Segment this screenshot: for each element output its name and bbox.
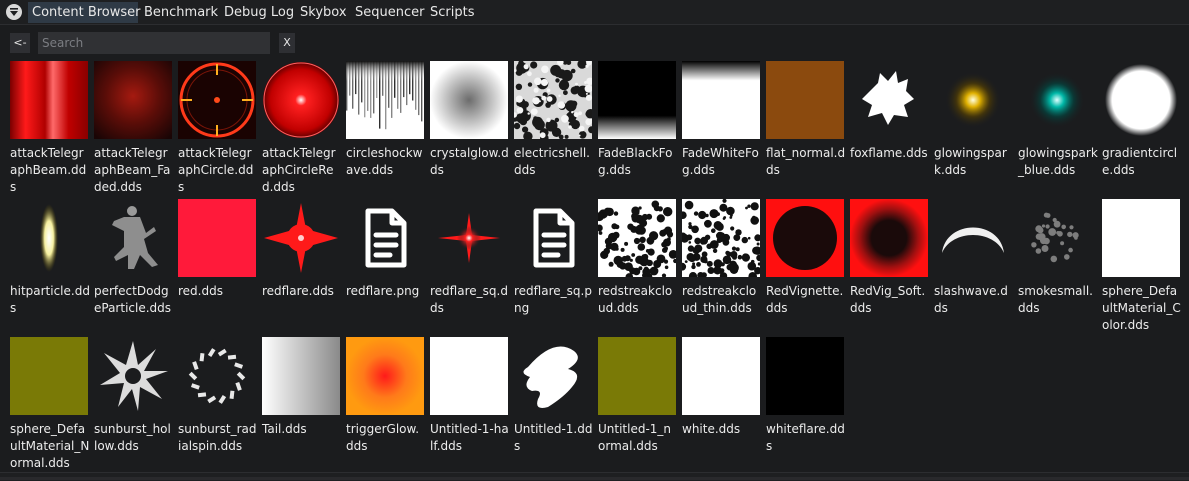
- file-name-label: glowingspark_blue.dds: [1018, 146, 1098, 177]
- black-square-icon: [766, 337, 844, 415]
- file-name-label: Untitled-1_normal.dds: [598, 422, 672, 453]
- file-name-label: slashwave.dds: [934, 284, 1008, 315]
- gray-smoke-icon: [1018, 199, 1096, 277]
- red-square-icon: [178, 199, 256, 277]
- file-name-label: attackTelegraphBeam.dds: [10, 146, 87, 194]
- white-square-icon: [430, 337, 508, 415]
- red-beam-faded-icon: [94, 61, 172, 139]
- file-name-label: sunburst_hollow.dds: [94, 422, 171, 453]
- red-vignette-soft-icon: [850, 199, 928, 277]
- radial-spin-icon: [178, 337, 256, 415]
- file-name-label: RedVig_Soft.dds: [850, 284, 926, 315]
- electric-noise-icon: [514, 61, 592, 139]
- file-name-label: sphere_DefaultMaterial_Color.dds: [1102, 284, 1181, 332]
- file-name-label: redflare.dds: [262, 284, 334, 298]
- file-name-label: hitparticle.dds: [10, 284, 90, 315]
- file-name-label: RedVignette.dds: [766, 284, 844, 315]
- white-crescent-icon: [934, 199, 1012, 277]
- file-name-label: white.dds: [682, 422, 741, 436]
- file-name-label: crystalglow.dds: [430, 146, 509, 177]
- file-name-label: Tail.dds: [262, 422, 307, 436]
- file-name-label: whiteflare.dds: [766, 422, 845, 453]
- file-name-label: redstreakcloud.dds: [598, 284, 673, 315]
- tab-debug-log[interactable]: Debug Log: [220, 2, 298, 23]
- menu-triangle-icon: [10, 8, 18, 16]
- file-name-label: redflare.png: [346, 284, 420, 298]
- yellow-ellipse-icon: [10, 199, 88, 277]
- file-name-label: attackTelegraphCircle.dds: [178, 146, 254, 194]
- white-gray-gradient-icon: [262, 337, 340, 415]
- red-flare-icon: [262, 199, 340, 277]
- dancer-figure-icon: [94, 199, 172, 277]
- red-vignette-icon: [766, 199, 844, 277]
- bw-cloud-thin-icon: [682, 199, 760, 277]
- tab-skybox[interactable]: Skybox: [296, 2, 351, 23]
- file-name-label: FadeBlackFog.dds: [598, 146, 673, 177]
- tab-benchmark[interactable]: Benchmark: [140, 2, 222, 23]
- tab-scripts[interactable]: Scripts: [426, 2, 478, 23]
- shockwave-spikes-icon: [346, 61, 424, 139]
- teal-spark-icon: [1018, 61, 1096, 139]
- file-name-label: red.dds: [178, 284, 223, 298]
- red-beam-icon: [10, 61, 88, 139]
- red-circle-outline-icon: [178, 61, 256, 139]
- back-button[interactable]: <-: [10, 33, 30, 53]
- orange-glow-icon: [346, 337, 424, 415]
- white-circle-icon: [1102, 61, 1180, 139]
- gray-radial-glow-icon: [430, 61, 508, 139]
- file-name-label: sunburst_radialspin.dds: [178, 422, 257, 453]
- tab-content-browser[interactable]: Content Browser: [28, 2, 141, 23]
- file-name-label: perfectDodgeParticle.dds: [94, 284, 172, 315]
- file-name-label: flat_normal.dds: [766, 146, 846, 177]
- white-flame-icon: [850, 61, 928, 139]
- red-flare-small-icon: [430, 199, 508, 277]
- white-brush-strokes-icon: [514, 337, 592, 415]
- file-name-label: sphere_DefaultMaterial_Normal.dds: [10, 422, 90, 470]
- file-name-label: redflare_sq.png: [514, 284, 592, 315]
- brown-square-icon: [766, 61, 844, 139]
- file-name-label: smokesmall.dds: [1018, 284, 1093, 315]
- file-name-label: circleshockwave.dds: [346, 146, 423, 177]
- file-name-label: attackTelegraphBeam_Faded.dds: [94, 146, 171, 194]
- file-name-label: triggerGlow.dds: [346, 422, 420, 453]
- file-name-label: foxflame.dds: [850, 146, 928, 160]
- yellow-spark-icon: [934, 61, 1012, 139]
- clear-search-button[interactable]: X: [279, 33, 295, 53]
- red-circle-glow-icon: [262, 61, 340, 139]
- search-input[interactable]: [38, 32, 270, 54]
- file-name-label: electricshell.dds: [514, 146, 590, 177]
- fade-black-icon: [598, 61, 676, 139]
- tab-bar: Content Browser Benchmark Debug Log Skyb…: [0, 0, 1189, 25]
- white-sunburst-icon: [94, 337, 172, 415]
- file-name-label: redstreakcloud_thin.dds: [682, 284, 757, 315]
- window-menu-button[interactable]: [6, 4, 22, 20]
- file-name-label: attackTelegraphCircleRed.dds: [262, 146, 336, 194]
- fade-white-icon: [682, 61, 760, 139]
- file-name-label: gradientcircle.dds: [1102, 146, 1178, 177]
- document-icon-icon: [514, 199, 592, 277]
- file-name-label: glowingspark.dds: [934, 146, 1007, 177]
- document-icon-icon: [346, 199, 424, 277]
- bw-cloud-icon: [598, 199, 676, 277]
- file-name-label: Untitled-1.dds: [514, 422, 593, 453]
- file-name-label: redflare_sq.dds: [430, 284, 508, 315]
- olive-square-icon: [598, 337, 676, 415]
- white-square-icon: [1102, 199, 1180, 277]
- file-name-label: Untitled-1-half.dds: [430, 422, 509, 453]
- tab-sequencer[interactable]: Sequencer: [351, 2, 428, 23]
- olive-square-icon: [10, 337, 88, 415]
- white-square-icon: [682, 337, 760, 415]
- file-name-label: FadeWhiteFog.dds: [682, 146, 759, 177]
